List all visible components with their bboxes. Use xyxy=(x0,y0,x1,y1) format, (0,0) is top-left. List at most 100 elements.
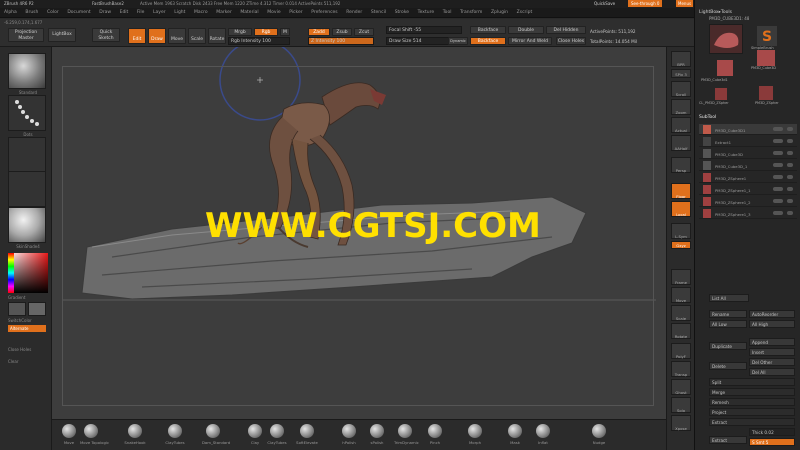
mirror-weld-button[interactable]: Mirror And Weld xyxy=(508,37,552,45)
eye-icon[interactable] xyxy=(773,175,783,179)
double-button[interactable]: Double xyxy=(508,26,544,34)
scale-button[interactable]: Scale xyxy=(188,28,206,44)
subtool-row-1[interactable]: Extract1 xyxy=(699,136,797,147)
all-low-button[interactable]: All Low xyxy=(709,320,747,328)
menu-macro[interactable]: Macro xyxy=(194,8,208,18)
move-view-button[interactable]: Move xyxy=(671,287,691,303)
menu-marker[interactable]: Marker xyxy=(216,8,232,18)
rgb-button[interactable]: Rgb xyxy=(254,28,278,36)
brush-inflat[interactable]: Inflat xyxy=(532,424,554,445)
polypaint-icon[interactable] xyxy=(787,139,793,143)
brush-move[interactable]: Move xyxy=(58,424,80,445)
extract-action-button[interactable]: Extract xyxy=(709,436,747,444)
zcut-button[interactable]: Zcut xyxy=(354,28,374,36)
menu-render[interactable]: Render xyxy=(346,8,362,18)
menu-transform[interactable]: Transform xyxy=(460,8,482,18)
del-all-button[interactable]: Del All xyxy=(749,368,795,376)
tool-thumb-cube3d[interactable] xyxy=(757,50,775,66)
lsym-button[interactable]: L.Sym xyxy=(671,223,691,239)
brush-nudge[interactable]: Nudge xyxy=(588,424,610,445)
subtool-row-7[interactable]: PM3D_ZSphere1_3 xyxy=(699,208,797,219)
eye-icon[interactable] xyxy=(773,127,783,131)
menu-zscript[interactable]: Zscript xyxy=(517,8,533,18)
tool-thumb-cube[interactable] xyxy=(717,60,733,76)
simplebrush-thumbnail[interactable]: S xyxy=(757,26,777,46)
brush-claytubes-2[interactable]: ClayTubes xyxy=(266,424,288,445)
menu-tool[interactable]: Tool xyxy=(443,8,452,18)
menu-picker[interactable]: Picker xyxy=(289,8,302,18)
polypaint-icon[interactable] xyxy=(787,187,793,191)
alpha-thumbnail[interactable] xyxy=(8,137,46,173)
s-smt-slider[interactable]: S Smt 5 xyxy=(749,438,795,446)
gradient-label[interactable]: Gradient xyxy=(8,295,48,300)
z-intensity-slider[interactable]: Z Intensity 100 xyxy=(308,37,374,45)
backface-button[interactable]: Backface xyxy=(470,26,506,34)
material-thumbnail[interactable] xyxy=(8,207,46,243)
menu-edit[interactable]: Edit xyxy=(120,8,129,18)
rotate-view-button[interactable]: Rotate xyxy=(671,323,691,339)
actual-button[interactable]: Actual xyxy=(671,117,691,133)
menu-document[interactable]: Document xyxy=(67,8,90,18)
eye-icon[interactable] xyxy=(773,211,783,215)
close-holes-label[interactable]: Close Holes xyxy=(8,347,48,352)
hue-strip[interactable] xyxy=(8,253,14,293)
rename-button[interactable]: Rename xyxy=(709,310,747,318)
projection-master-button[interactable]: Projection Master xyxy=(8,28,44,42)
menu-color[interactable]: Color xyxy=(47,8,59,18)
gxyz-button[interactable]: Gxyz xyxy=(671,241,691,249)
scroll-button[interactable]: Scroll xyxy=(671,81,691,97)
draw-button[interactable]: Draw xyxy=(148,28,166,44)
polypaint-icon[interactable] xyxy=(787,151,793,155)
brush-mask[interactable]: Mask xyxy=(504,424,526,445)
local-button[interactable]: Local xyxy=(671,201,691,217)
m-button[interactable]: M xyxy=(280,28,290,36)
menu-alpha[interactable]: Alpha xyxy=(4,8,17,18)
xpose-button[interactable]: Xpose xyxy=(671,415,691,431)
tool-thumbnail-main[interactable] xyxy=(709,24,743,54)
see-through-slider[interactable]: See-through 0 xyxy=(628,0,663,7)
split-button[interactable]: Split xyxy=(709,378,795,386)
extract-button[interactable]: Extract xyxy=(709,418,795,426)
brush-hpolish[interactable]: hPolish xyxy=(338,424,360,445)
zadd-button[interactable]: Zadd xyxy=(308,28,330,36)
alternate-button[interactable]: Alternate xyxy=(8,325,46,332)
polypaint-icon[interactable] xyxy=(787,211,793,215)
brush-morph[interactable]: Morph xyxy=(464,424,486,445)
frame-button[interactable]: Frame xyxy=(671,269,691,285)
remesh-button[interactable]: Remesh xyxy=(709,398,795,406)
lightbox-button[interactable]: LightBox xyxy=(48,28,76,42)
bpr-button[interactable]: BPR xyxy=(671,51,691,67)
polyf-button[interactable]: PolyF xyxy=(671,343,691,359)
list-all-button[interactable]: List All xyxy=(709,294,749,302)
brush-trimdynamic[interactable]: TrimDynamic xyxy=(394,424,419,445)
eye-icon[interactable] xyxy=(773,151,783,155)
eye-icon[interactable] xyxy=(773,139,783,143)
eye-icon[interactable] xyxy=(773,163,783,167)
stroke-thumbnail[interactable] xyxy=(8,95,46,131)
solo-button[interactable]: Solo xyxy=(671,397,691,413)
edit-button[interactable]: Edit xyxy=(128,28,146,44)
polypaint-icon[interactable] xyxy=(787,163,793,167)
menu-draw[interactable]: Draw xyxy=(99,8,111,18)
brush-claytubes[interactable]: ClayTubes xyxy=(164,424,186,445)
persp-button[interactable]: Persp xyxy=(671,157,691,173)
brush-move-topologic[interactable]: Move Topologic xyxy=(80,424,109,445)
ghost-button[interactable]: Ghost xyxy=(671,379,691,395)
subtool-row-0[interactable]: PM3D_Cube3D1 xyxy=(699,124,797,135)
eye-icon[interactable] xyxy=(773,199,783,203)
tool-thumb-zspher[interactable] xyxy=(715,88,727,100)
zoom-button[interactable]: Zoom xyxy=(671,99,691,115)
subtool-row-5[interactable]: PM3D_ZSphere1_1 xyxy=(699,184,797,195)
auto-reorder-button[interactable]: AutoReorder xyxy=(749,310,795,318)
brush-dam-standard[interactable]: Dam_Standard xyxy=(202,424,230,445)
close-holes-button[interactable]: Close Holes xyxy=(556,37,586,45)
insert-button[interactable]: Insert xyxy=(749,348,795,356)
all-high-button[interactable]: All High xyxy=(749,320,795,328)
menu-preferences[interactable]: Preferences xyxy=(311,8,337,18)
menus-toggle[interactable]: Menus xyxy=(676,0,694,7)
move-button[interactable]: Move xyxy=(168,28,186,44)
lightbox-tools-header[interactable]: LightBox▸Tools xyxy=(699,10,732,15)
polypaint-icon[interactable] xyxy=(787,199,793,203)
menu-movie[interactable]: Movie xyxy=(267,8,280,18)
menu-material[interactable]: Material xyxy=(240,8,258,18)
